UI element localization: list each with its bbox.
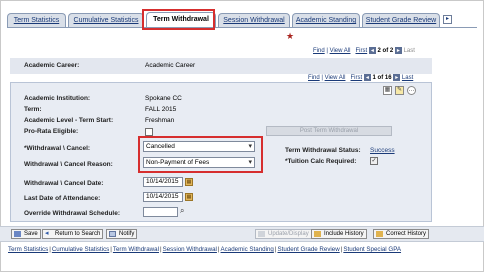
correct-history-label: Correct History	[386, 231, 427, 237]
institution-label: Academic Institution:	[24, 95, 91, 102]
footer-link-term-withdrawal[interactable]: Term Withdrawal	[113, 246, 159, 253]
highlight-tab	[142, 9, 215, 30]
prorata-checkbox[interactable]	[145, 128, 153, 136]
footer-link-student-special-gpa[interactable]: Student Special GPA	[343, 246, 401, 253]
footer-links: Term Statistics|Cumulative Statistics|Te…	[8, 246, 402, 253]
include-history-button[interactable]: Include History	[311, 229, 367, 239]
status-label: Term Withdrawal Status:	[285, 147, 361, 154]
withdrawal-cancel-label: *Withdrawal \ Cancel:	[24, 145, 91, 152]
inner-row-position: 1 of 16	[372, 75, 392, 81]
return-arrow-icon: ◂	[45, 230, 49, 237]
include-history-icon	[314, 231, 321, 237]
attendance-label: Last Date of Attendance:	[24, 195, 101, 202]
footer-link-cumulative-statistics[interactable]: Cumulative Statistics	[52, 246, 109, 253]
inner-view-all-link[interactable]: View All	[325, 75, 346, 81]
include-history-label: Include History	[324, 231, 364, 237]
tab-cumulative-statistics[interactable]: Cumulative Statistics	[68, 13, 144, 27]
update-label: Update/Display	[268, 231, 309, 237]
calendar-icon[interactable]: ▦	[185, 178, 193, 186]
correct-history-icon	[376, 231, 383, 237]
highlight-fields	[138, 136, 263, 173]
tuition-checkbox: ✓	[370, 157, 378, 165]
notify-button[interactable]: Notify	[106, 229, 138, 239]
comment-icon[interactable]: …	[407, 86, 416, 95]
return-to-search-button[interactable]: ◂ Return to Search	[42, 229, 104, 239]
level-label: Academic Level - Term Start:	[24, 117, 114, 124]
find-link[interactable]: Find	[313, 48, 325, 54]
footer-link-student-grade-review[interactable]: Student Grade Review	[277, 246, 339, 253]
footer-link-term-statistics[interactable]: Term Statistics	[8, 246, 48, 253]
attendance-input[interactable]: 10/14/2015	[143, 192, 183, 202]
correct-history-button[interactable]: Correct History	[373, 229, 430, 239]
tab-underline	[7, 27, 477, 28]
post-term-withdrawal-button[interactable]: Post Term Withdrawal	[266, 126, 392, 136]
tuition-label: *Tuition Calc Required:	[285, 158, 357, 165]
tab-session-withdrawal[interactable]: Session Withdrawal	[218, 13, 290, 27]
career-value: Academic Career	[145, 62, 196, 69]
inner-next-icon[interactable]: ▸	[393, 74, 401, 81]
tab-student-grade-review[interactable]: Student Grade Review	[362, 13, 440, 27]
override-input[interactable]	[143, 207, 178, 217]
tab-term-statistics[interactable]: Term Statistics	[7, 13, 66, 27]
first-link[interactable]: First	[356, 48, 368, 54]
status-link[interactable]: Success	[370, 147, 395, 154]
prorata-label: Pro-Rata Eligible:	[24, 128, 79, 135]
notify-icon	[109, 231, 116, 237]
save-icon	[14, 231, 21, 237]
inner-first-link[interactable]: First	[351, 75, 363, 81]
tab-academic-standing[interactable]: Academic Standing	[292, 13, 360, 27]
inner-find-link[interactable]: Find	[308, 75, 320, 81]
top-navigation: Find | View All First ◂ 2 of 2 ▸ Last	[313, 47, 415, 54]
calendar-icon[interactable]: ▦	[185, 193, 193, 201]
footer-link-session-withdrawal[interactable]: Session Withdrawal	[163, 246, 217, 253]
search-icon[interactable]: ⌕	[180, 206, 184, 216]
term-value: FALL 2015	[145, 106, 177, 113]
notify-label: Notify	[119, 231, 135, 237]
override-label: Override Withdrawal Schedule:	[24, 210, 121, 217]
institution-value: Spokane CC	[145, 95, 182, 102]
save-label: Save	[24, 231, 38, 237]
reason-label: Withdrawal \ Cancel Reason:	[24, 161, 113, 168]
next-icon[interactable]: ▸	[394, 47, 402, 54]
next-tab-icon[interactable]: ▸	[443, 15, 452, 24]
inner-prev-icon[interactable]: ◂	[363, 74, 371, 81]
date-label: Withdrawal \ Cancel Date:	[24, 180, 104, 187]
update-display-button[interactable]: Update/Display	[255, 229, 312, 239]
table-icon[interactable]: ▦	[383, 86, 392, 95]
term-label: Term:	[24, 106, 42, 113]
date-input[interactable]: 10/14/2015	[143, 177, 183, 187]
update-icon	[258, 231, 265, 237]
row-position: 2 of 2	[377, 48, 394, 54]
save-button[interactable]: Save	[11, 229, 41, 239]
view-all-link[interactable]: View All	[330, 48, 351, 54]
inner-navigation: Find | View All First ◂ 1 of 16 ▸ Last	[308, 74, 414, 81]
return-label: Return to Search	[55, 231, 101, 237]
last-link[interactable]: Last	[404, 48, 415, 54]
notes-icon[interactable]: ✎	[395, 86, 404, 95]
footer-link-academic-standing[interactable]: Academic Standing	[221, 246, 274, 253]
career-label: Academic Career:	[24, 62, 80, 69]
required-star-icon: ★	[286, 31, 295, 41]
prev-icon[interactable]: ◂	[368, 47, 376, 54]
level-value: Freshman	[145, 117, 175, 124]
inner-last-link[interactable]: Last	[402, 75, 413, 81]
